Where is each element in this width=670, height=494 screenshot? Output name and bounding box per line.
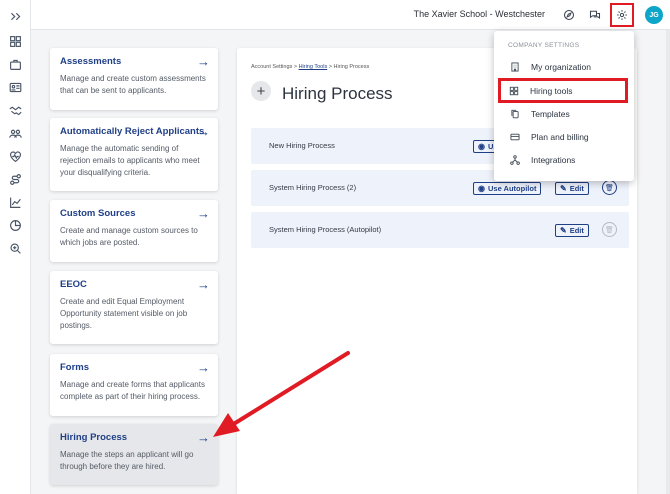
card-title: Automatically Reject Applicants: [60, 126, 205, 137]
menu-item-label: Hiring tools: [530, 85, 573, 96]
chat-icon[interactable]: [586, 6, 604, 24]
menu-header: COMPANY SETTINGS: [508, 42, 580, 49]
top-bar: The Xavier School - Westchester JG: [31, 0, 670, 30]
card-hiring-process[interactable]: Hiring Process Manage the steps an appli…: [50, 424, 218, 485]
card-title: Hiring Process: [60, 432, 128, 443]
breadcrumb-hiring-tools[interactable]: Hiring Tools: [299, 64, 328, 70]
breadcrumb-root[interactable]: Account Settings: [251, 64, 292, 70]
pie-chart-icon[interactable]: [7, 217, 24, 234]
trend-chart-icon[interactable]: [7, 194, 24, 211]
add-hiring-process-button[interactable]: +: [251, 81, 271, 101]
grid-icon: [507, 86, 521, 96]
hiring-process-name: New Hiring Process: [269, 141, 335, 150]
search-zoom-icon[interactable]: [7, 240, 24, 257]
route-icon[interactable]: [7, 171, 24, 188]
card-auto-reject[interactable]: Automatically Reject Applicants Manage t…: [50, 118, 218, 191]
edit-label: Edit: [569, 226, 584, 235]
eye-icon: ◉: [478, 184, 485, 193]
card-description: Manage the automatic sending of rejectio…: [60, 144, 200, 177]
arrow-right-icon[interactable]: →: [197, 54, 210, 69]
arrow-right-icon[interactable]: →: [197, 277, 210, 292]
arrow-right-icon[interactable]: →: [197, 124, 210, 139]
edit-button[interactable]: ✎ Edit: [555, 182, 589, 195]
compass-icon[interactable]: [560, 6, 578, 24]
use-autopilot-label: Use Autopilot: [487, 184, 537, 193]
card-assessments[interactable]: Assessments Manage and create custom ass…: [50, 48, 218, 110]
menu-item-label: Templates: [531, 109, 570, 119]
arrow-right-icon[interactable]: →: [197, 430, 210, 445]
eye-icon: ◉: [478, 142, 485, 151]
id-card-icon[interactable]: [7, 79, 24, 96]
hiring-process-row: System Hiring Process (Autopilot) ✎ Edit…: [251, 212, 629, 248]
settings-gear-icon[interactable]: [610, 3, 634, 27]
breadcrumb-separator: >: [328, 64, 332, 70]
card-title: Forms: [60, 362, 90, 373]
delete-trash-icon[interactable]: 🗑: [602, 180, 617, 195]
menu-item-label: Plan and billing: [531, 132, 589, 142]
copy-icon: [508, 109, 522, 119]
edit-label: Edit: [569, 184, 584, 193]
menu-item-integrations[interactable]: Integrations: [502, 150, 630, 170]
pencil-icon: ✎: [560, 226, 567, 235]
card-description: Manage and create forms that applicants …: [60, 380, 205, 401]
card-title: Assessments: [60, 56, 122, 67]
menu-item-templates[interactable]: Templates: [502, 104, 630, 124]
handshake-icon[interactable]: [7, 102, 24, 119]
hiring-process-name: System Hiring Process (2): [269, 183, 357, 192]
card-description: Create and manage custom sources to whic…: [60, 226, 198, 247]
people-icon[interactable]: [7, 125, 24, 142]
breadcrumb: Account Settings > Hiring Tools > Hiring…: [251, 64, 369, 70]
use-autopilot-button[interactable]: ◉ Use Autopilot: [473, 182, 542, 195]
card-description: Create and edit Equal Employment Opportu…: [60, 297, 188, 330]
menu-item-my-organization[interactable]: My organization: [502, 57, 630, 77]
hiring-process-name: System Hiring Process (Autopilot): [269, 225, 382, 234]
menu-item-label: My organization: [531, 62, 592, 72]
menu-item-plan-billing[interactable]: Plan and billing: [502, 127, 630, 147]
arrow-right-icon[interactable]: →: [197, 206, 210, 221]
left-nav-rail: [0, 0, 31, 494]
pencil-icon: ✎: [560, 184, 567, 193]
user-avatar[interactable]: JG: [645, 6, 663, 24]
credit-card-icon: [508, 132, 522, 142]
page-title: Hiring Process: [282, 84, 393, 103]
menu-item-hiring-tools[interactable]: Hiring tools: [498, 78, 628, 103]
breadcrumb-current: Hiring Process: [333, 64, 370, 70]
card-eeoc[interactable]: EEOC Create and edit Equal Employment Op…: [50, 271, 218, 344]
card-title: EEOC: [60, 279, 87, 290]
arrow-right-icon[interactable]: →: [197, 360, 210, 375]
delete-trash-icon[interactable]: 🗑: [602, 222, 617, 237]
school-name[interactable]: The Xavier School - Westchester: [414, 9, 545, 19]
expand-icon[interactable]: [7, 8, 24, 25]
card-description: Manage and create custom assessments tha…: [60, 74, 206, 95]
menu-item-label: Integrations: [531, 155, 576, 165]
card-title: Custom Sources: [60, 208, 136, 219]
card-description: Manage the steps an applicant will go th…: [60, 450, 194, 471]
heart-pulse-icon[interactable]: [7, 148, 24, 165]
edit-button[interactable]: ✎ Edit: [555, 224, 589, 237]
breadcrumb-separator: >: [293, 64, 298, 70]
company-settings-menu: COMPANY SETTINGS My organization Hiring …: [494, 31, 634, 181]
briefcase-icon[interactable]: [7, 56, 24, 73]
card-forms[interactable]: Forms Manage and create forms that appli…: [50, 354, 218, 416]
building-icon: [508, 62, 522, 72]
card-custom-sources[interactable]: Custom Sources Create and manage custom …: [50, 200, 218, 262]
dashboard-icon[interactable]: [7, 33, 24, 50]
network-icon: [508, 155, 522, 165]
scrollbar[interactable]: [666, 30, 670, 494]
